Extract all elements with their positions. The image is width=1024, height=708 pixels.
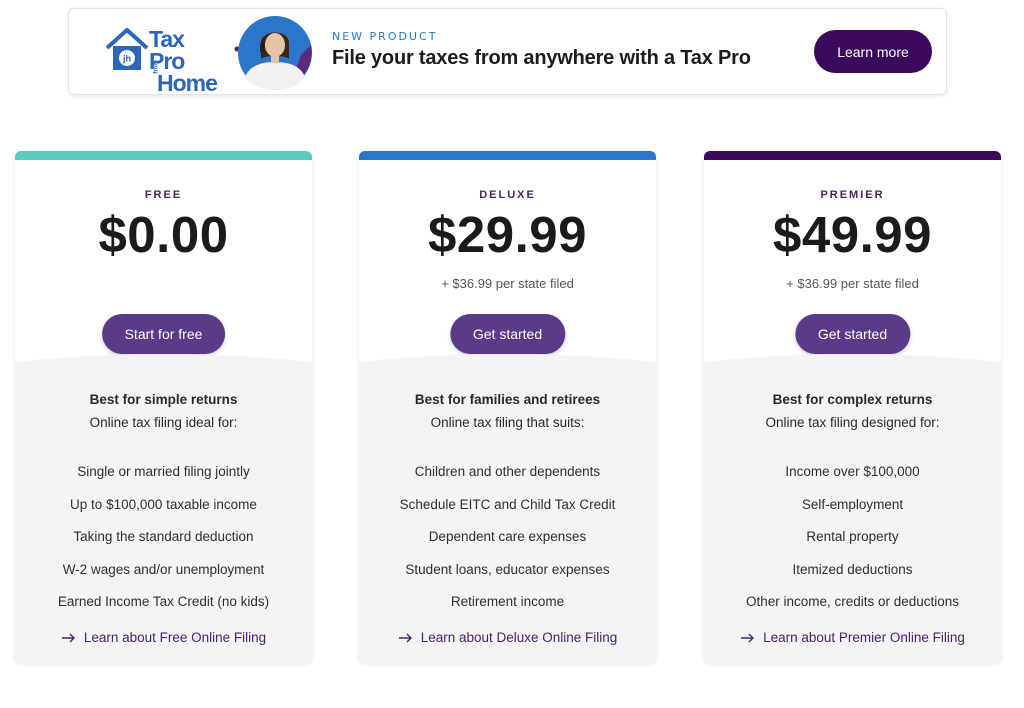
plan-feature-list: Children and other dependents Schedule E…: [359, 464, 656, 627]
plan-feature: Student loans, educator expenses: [405, 561, 610, 577]
learn-link-label: Learn about Premier Online Filing: [763, 630, 965, 645]
plan-feature: Itemized deductions: [792, 561, 913, 577]
plan-card-deluxe: DELUXE $29.99 + $36.99 per state filed G…: [359, 151, 656, 663]
plan-feature: Retirement income: [450, 594, 565, 609]
learn-more-button[interactable]: Learn more: [814, 30, 932, 73]
plan-feature: Schedule EITC and Child Tax Credit: [399, 496, 616, 512]
plan-subtitle: Online tax filing ideal for:: [89, 415, 238, 430]
plan-card-premier: PREMIER $49.99 + $36.99 per state filed …: [704, 151, 1001, 663]
plan-subtitle: Online tax filing designed for:: [765, 415, 940, 430]
plan-feature: Self-employment: [801, 496, 904, 512]
banner-eyebrow: NEW PRODUCT: [332, 30, 438, 43]
plan-feature-list: Income over $100,000 Self-employment Ren…: [704, 464, 1001, 627]
plan-subtitle: Online tax filing that suits:: [430, 415, 585, 430]
arrow-right-icon: [398, 633, 412, 643]
plan-feature: Children and other dependents: [414, 464, 601, 479]
plan-best-for: Best for families and retirees: [414, 392, 601, 407]
plan-feature: Up to $100,000 taxable income: [70, 496, 257, 512]
card-accent-bar: [704, 151, 1001, 160]
plan-price: $0.00: [98, 206, 229, 263]
promo-banner: jh Tax Pro from Home NEW PRODUCT File yo…: [68, 8, 947, 95]
plan-best-for: Best for complex returns: [772, 392, 933, 407]
card-accent-bar: [15, 151, 312, 160]
learn-deluxe-filing-link[interactable]: Learn about Deluxe Online Filing: [359, 630, 656, 645]
plan-tier: FREE: [144, 189, 183, 201]
card-accent-bar: [359, 151, 656, 160]
banner-headline: File your taxes from anywhere with a Tax…: [332, 47, 751, 69]
plan-price: $49.99: [773, 206, 932, 263]
plan-best-for: Best for simple returns: [89, 392, 238, 407]
logo-line2: Home: [157, 70, 218, 96]
learn-link-label: Learn about Deluxe Online Filing: [420, 630, 618, 645]
tax-pro-from-home-logo: jh Tax Pro from Home: [105, 26, 218, 95]
logo-from: from: [153, 60, 160, 74]
house-logo-icon: jh: [105, 28, 149, 70]
learn-premier-filing-link[interactable]: Learn about Premier Online Filing: [704, 630, 1001, 645]
plan-feature: Taking the standard deduction: [73, 529, 254, 544]
logo-wordmark: Tax Pro from Home: [149, 28, 218, 96]
get-started-button-deluxe[interactable]: Get started: [449, 314, 566, 354]
arrow-right-icon: [61, 633, 75, 643]
plan-feature-list: Single or married filing jointly Up to $…: [15, 464, 312, 627]
plan-card-free: FREE $0.00 Start for free Best for simpl…: [15, 151, 312, 663]
learn-link-label: Learn about Free Online Filing: [83, 630, 267, 645]
tax-pro-photo: [234, 16, 312, 90]
plan-feature: Single or married filing jointly: [77, 464, 250, 479]
plan-price: $29.99: [428, 206, 587, 263]
plan-tier: DELUXE: [479, 189, 536, 201]
plan-feature: Dependent care expenses: [428, 529, 587, 544]
plan-feature: W-2 wages and/or unemployment: [62, 561, 265, 577]
plan-feature: Other income, credits or deductions: [745, 594, 960, 609]
learn-free-filing-link[interactable]: Learn about Free Online Filing: [15, 630, 312, 645]
get-started-button-premier[interactable]: Get started: [794, 314, 911, 354]
plan-tier: PREMIER: [820, 189, 885, 201]
svg-text:jh: jh: [122, 54, 131, 64]
plan-feature: Earned Income Tax Credit (no kids): [57, 594, 270, 609]
plan-feature: Rental property: [806, 529, 899, 544]
arrow-right-icon: [741, 633, 755, 643]
plan-state-fee: + $36.99 per state filed: [786, 276, 919, 291]
plan-feature: Income over $100,000: [785, 464, 920, 479]
plan-state-fee: + $36.99 per state filed: [441, 276, 574, 291]
start-for-free-button[interactable]: Start for free: [101, 314, 226, 354]
